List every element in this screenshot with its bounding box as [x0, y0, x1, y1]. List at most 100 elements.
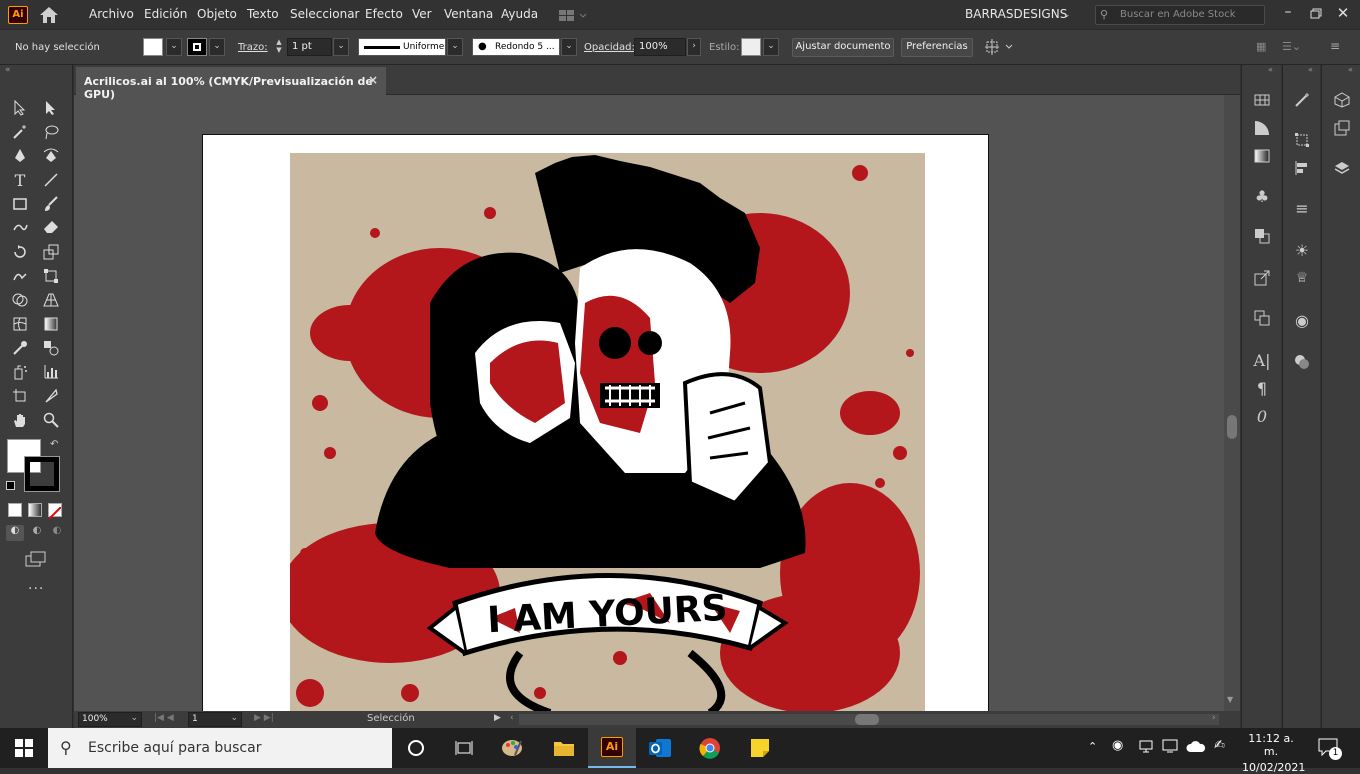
- close-window-button[interactable]: ✕: [1333, 4, 1353, 24]
- color-wheel-icon[interactable]: ◉: [1291, 309, 1313, 331]
- chevron-down-icon[interactable]: ⌄: [447, 38, 463, 56]
- artboards-panel-icon[interactable]: [1251, 307, 1273, 329]
- opacity-label[interactable]: Opacidad:: [584, 42, 635, 53]
- menu-objeto[interactable]: Objeto: [197, 7, 237, 21]
- eraser-icon[interactable]: [40, 217, 62, 239]
- perspective-grid-icon[interactable]: [40, 289, 62, 311]
- opacity-input[interactable]: 100%: [634, 38, 686, 56]
- puppet-icon[interactable]: ♕: [1291, 267, 1313, 289]
- swap-colors-icon[interactable]: ↶: [50, 439, 58, 450]
- gradient-tool-icon[interactable]: [40, 313, 62, 335]
- magic-wand-icon[interactable]: [9, 121, 31, 143]
- draw-inside-icon[interactable]: ◐: [48, 525, 66, 541]
- stroke-stepper[interactable]: ▲ ▼: [273, 38, 285, 56]
- line-tool-icon[interactable]: [40, 169, 62, 191]
- grid-menu-icon[interactable]: ▦: [1256, 40, 1266, 53]
- column-graph-icon[interactable]: [40, 361, 62, 383]
- scroll-right-icon[interactable]: ›: [1212, 713, 1216, 723]
- document-setup-button[interactable]: Ajustar documento: [792, 38, 894, 57]
- collapse-panels-icon[interactable]: «: [1348, 65, 1353, 74]
- gradient-panel-icon[interactable]: [1251, 145, 1273, 167]
- free-transform-icon[interactable]: [40, 265, 62, 287]
- pen-menu-icon[interactable]: ✍: [1214, 738, 1225, 753]
- pen-tool-icon[interactable]: [9, 145, 31, 167]
- scroll-down-icon[interactable]: ▼: [1227, 695, 1233, 704]
- asset-export-icon[interactable]: [1331, 117, 1353, 139]
- start-button[interactable]: [0, 728, 48, 768]
- rotate-tool-icon[interactable]: [9, 241, 31, 263]
- vertical-scrollbar[interactable]: ▼: [1224, 95, 1240, 712]
- shaper-tool-icon[interactable]: [9, 217, 31, 239]
- placed-artwork[interactable]: I AM YOURS: [290, 153, 925, 711]
- layers-icon[interactable]: [1331, 157, 1353, 179]
- chevron-down-icon[interactable]: ⌄: [209, 38, 225, 56]
- menu-ayuda[interactable]: Ayuda: [501, 7, 538, 21]
- mesh-tool-icon[interactable]: [9, 313, 31, 335]
- horizontal-scrollbar[interactable]: [519, 714, 1219, 725]
- menu-ventana[interactable]: Ventana: [444, 7, 493, 21]
- workspace-switcher[interactable]: BARRASDESIGNS: [965, 7, 1067, 21]
- menu-seleccionar[interactable]: Seleccionar: [290, 7, 359, 21]
- menu-edicion[interactable]: Edición: [144, 7, 187, 21]
- stock-search[interactable]: ⚲ Buscar en Adobe Stock: [1095, 5, 1265, 25]
- chevron-down-icon[interactable]: ⌄: [333, 38, 349, 56]
- rectangle-tool-icon[interactable]: [9, 193, 31, 215]
- align-icon[interactable]: [984, 38, 1016, 56]
- paragraph-icon[interactable]: ¶: [1251, 377, 1273, 399]
- shape-builder-icon[interactable]: [9, 289, 31, 311]
- arrange-icon[interactable]: ☰⌄: [1282, 40, 1301, 53]
- stroke-panel-icon[interactable]: ≡: [1291, 197, 1313, 219]
- color-mode-icon[interactable]: [8, 503, 22, 517]
- paintbrush-icon[interactable]: [40, 193, 62, 215]
- stroke-swatch[interactable]: [187, 38, 207, 56]
- gradient-mode-icon[interactable]: [28, 503, 42, 517]
- collapse-toolbar-icon[interactable]: «: [5, 65, 11, 75]
- menu-efecto[interactable]: Efecto: [365, 7, 403, 21]
- curvature-tool-icon[interactable]: [40, 145, 62, 167]
- default-colors-icon[interactable]: [6, 481, 15, 490]
- close-tab-icon[interactable]: ×: [368, 73, 378, 87]
- artboard-tool-icon[interactable]: [9, 385, 31, 407]
- zoom-tool-icon[interactable]: [40, 409, 62, 431]
- display-icon[interactable]: [1162, 738, 1180, 758]
- symbols-icon[interactable]: ♣: [1251, 185, 1273, 207]
- collapse-panels-icon[interactable]: «: [1308, 65, 1313, 74]
- style-swatch[interactable]: [741, 38, 761, 56]
- minimize-button[interactable]: –: [1278, 4, 1298, 24]
- slice-tool-icon[interactable]: [40, 385, 62, 407]
- edit-toolbar-icon[interactable]: ···: [28, 581, 44, 597]
- cloud-icon[interactable]: [1186, 738, 1206, 758]
- paint-app-icon[interactable]: [488, 728, 536, 768]
- chevron-down-icon[interactable]: ⌄: [166, 38, 182, 56]
- chevron-down-icon[interactable]: ⌄: [561, 38, 577, 56]
- scale-tool-icon[interactable]: [40, 241, 62, 263]
- vertical-scroll-thumb[interactable]: [1227, 415, 1237, 439]
- file-explorer-icon[interactable]: [540, 728, 588, 768]
- restore-button[interactable]: [1305, 4, 1325, 24]
- warp-tool-icon[interactable]: [9, 265, 31, 287]
- show-hidden-icons-icon[interactable]: ⌃: [1088, 740, 1097, 753]
- first-artboard-icon[interactable]: |◀ ◀: [154, 713, 174, 723]
- transform-icon[interactable]: [1291, 129, 1313, 151]
- panel-menu-icon[interactable]: ≡: [1330, 39, 1340, 53]
- color-guide-icon[interactable]: [1251, 117, 1273, 139]
- type-tool-icon[interactable]: T: [9, 169, 31, 191]
- menu-archivo[interactable]: Archivo: [89, 7, 134, 21]
- brushes-icon[interactable]: [1291, 89, 1313, 111]
- scroll-left-icon[interactable]: ‹: [510, 713, 514, 723]
- libraries-icon[interactable]: [1331, 89, 1353, 111]
- direct-selection-tool-icon[interactable]: [40, 97, 62, 119]
- task-view-icon[interactable]: [440, 728, 488, 768]
- swatches-icon[interactable]: [1251, 89, 1273, 111]
- chevron-down-icon[interactable]: ⌄: [763, 38, 779, 56]
- chrome-icon[interactable]: [686, 728, 734, 768]
- brush-select[interactable]: ● Redondo 5 ...: [472, 38, 560, 56]
- status-menu-icon[interactable]: ▶: [494, 713, 501, 723]
- appearance-icon[interactable]: ☀: [1291, 239, 1313, 261]
- stroke-label[interactable]: Trazo:: [238, 42, 268, 53]
- chevron-down-icon[interactable]: ⌄: [1063, 10, 1071, 20]
- preferences-button[interactable]: Preferencias: [901, 38, 973, 57]
- home-icon[interactable]: [38, 6, 60, 24]
- selection-tool-icon[interactable]: [9, 97, 31, 119]
- screen-mode-icon[interactable]: [25, 551, 47, 571]
